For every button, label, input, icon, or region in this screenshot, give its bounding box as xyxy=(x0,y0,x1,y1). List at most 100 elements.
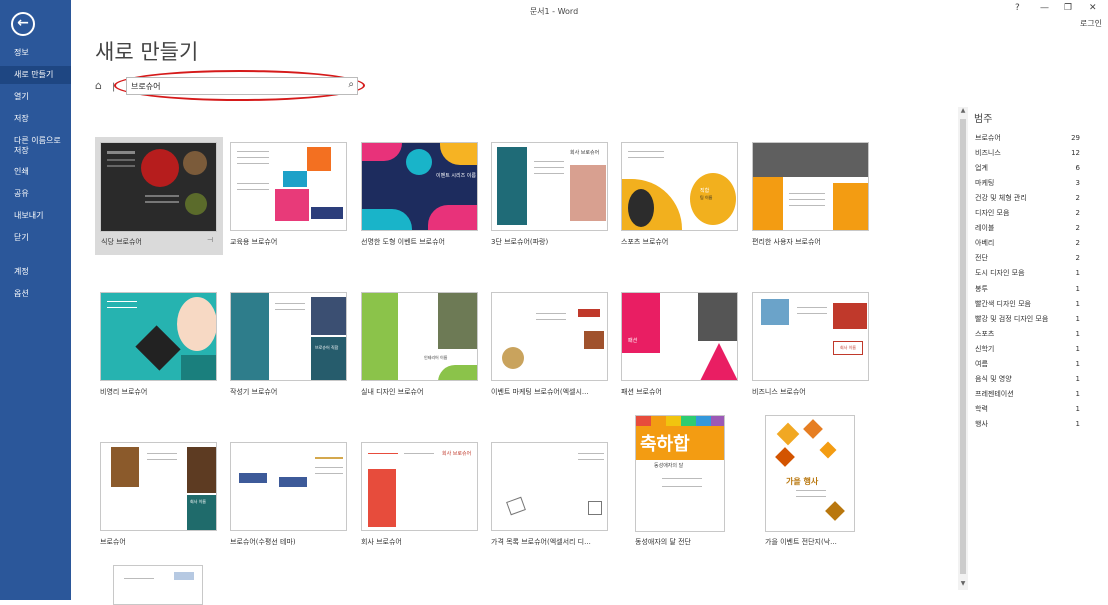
template-tile-price-list[interactable]: 가격 목록 브로슈어(엑셀서리 디... xyxy=(491,442,609,550)
nav-export[interactable]: 내보내기 xyxy=(0,211,71,221)
template-tile-pride[interactable]: 축하합 동성애자의 달 동성애자의 달 전단 xyxy=(634,415,754,550)
back-arrow-icon[interactable]: ← xyxy=(11,12,35,36)
template-thumbnail: 인테리어 이름 xyxy=(361,292,478,381)
category-name: 빨강 및 검정 디자인 모음 xyxy=(975,314,1049,323)
template-tile-education[interactable]: 교육용 브로슈어 xyxy=(230,142,348,250)
template-label: 식당 브로슈어 xyxy=(101,238,142,246)
close-button[interactable]: ✕ xyxy=(1089,3,1097,13)
category-item[interactable]: 레이블 2 xyxy=(975,224,1080,233)
category-name: 음식 및 영양 xyxy=(975,374,1012,383)
nav-open[interactable]: 열기 xyxy=(0,92,71,102)
nav-new[interactable]: 새로 만들기 xyxy=(0,66,71,84)
category-item[interactable]: 봉투 1 xyxy=(975,285,1080,294)
scroll-down-arrow-icon[interactable]: ▼ xyxy=(958,580,968,590)
category-item[interactable]: 비즈니스 12 xyxy=(975,149,1080,158)
category-item[interactable]: 도시 디자인 모음 1 xyxy=(975,269,1080,278)
template-thumbnail: 가을 행사 xyxy=(765,415,855,532)
category-count: 2 xyxy=(1075,224,1080,233)
category-item[interactable]: 디자인 모음 2 xyxy=(975,209,1080,218)
category-item[interactable]: 브로슈어 29 xyxy=(975,134,1080,143)
category-item[interactable]: 프레젠테이션 1 xyxy=(975,390,1080,399)
template-tile-user-friendly[interactable]: 편리한 사용자 브로슈어 xyxy=(752,142,870,250)
category-item[interactable]: 스포츠 1 xyxy=(975,330,1080,339)
category-count: 6 xyxy=(1075,164,1080,173)
scroll-up-arrow-icon[interactable]: ▲ xyxy=(958,107,968,117)
category-item[interactable]: 건강 및 체형 관리 2 xyxy=(975,194,1080,203)
category-item[interactable]: 음식 및 영양 1 xyxy=(975,375,1080,384)
login-link[interactable]: 로그인 xyxy=(1080,18,1102,29)
thumb-text: 회사 브로슈어 xyxy=(570,150,600,156)
category-item[interactable]: 여름 1 xyxy=(975,360,1080,369)
category-count: 29 xyxy=(1071,134,1080,142)
template-tile-restaurant[interactable]: 식당 브로슈어 ⊣ xyxy=(95,137,223,255)
nav-save-as-line1[interactable]: 다른 이름으로 xyxy=(0,136,71,146)
template-tile-trifold-blue[interactable]: 회사 브로슈어 3단 브로슈어(파랑) xyxy=(491,142,609,250)
template-label: 가을 이벤트 전단지(낙... xyxy=(765,538,837,546)
nav-save[interactable]: 저장 xyxy=(0,114,71,124)
template-tile-writer[interactable]: 브로슈어 직함 작성기 브로슈어 xyxy=(230,292,348,400)
template-thumbnail xyxy=(230,142,347,231)
nav-share[interactable]: 공유 xyxy=(0,189,71,199)
category-item[interactable]: 아베리 2 xyxy=(975,239,1080,248)
search-icon[interactable]: ⌕ xyxy=(348,79,354,90)
category-count: 1 xyxy=(1075,374,1080,383)
search-box[interactable]: ⌕ xyxy=(126,77,358,95)
home-icon[interactable]: ⌂ xyxy=(95,79,102,92)
template-tile-event-marketing[interactable]: 이벤트 마케팅 브로슈어(엑셀시... xyxy=(491,292,609,400)
category-item[interactable]: 전단 2 xyxy=(975,254,1080,263)
template-thumbnail: 패션 xyxy=(621,292,738,381)
category-count: 2 xyxy=(1075,239,1080,248)
template-thumbnail: 회사 이름 xyxy=(752,292,869,381)
pin-icon[interactable]: ⊣ xyxy=(207,236,213,244)
category-count: 1 xyxy=(1075,269,1080,278)
category-name: 스포츠 xyxy=(975,329,995,338)
search-input[interactable] xyxy=(131,79,331,93)
category-item[interactable]: 신학기 1 xyxy=(975,345,1080,354)
minimize-button[interactable]: — xyxy=(1040,3,1049,13)
nav-options[interactable]: 옵션 xyxy=(0,289,71,299)
template-tile-nonprofit[interactable]: 비영리 브로슈어 xyxy=(100,292,218,400)
category-item[interactable]: 업계 6 xyxy=(975,164,1080,173)
category-item[interactable]: 빨간색 디자인 모음 1 xyxy=(975,300,1080,309)
nav-account[interactable]: 계정 xyxy=(0,267,71,277)
template-label: 패션 브로슈어 xyxy=(621,388,662,396)
template-tile-business[interactable]: 회사 이름 비즈니스 브로슈어 xyxy=(752,292,870,400)
template-tile-sports[interactable]: 직함 팀 이름 스포츠 브로슈어 xyxy=(621,142,739,250)
category-item[interactable]: 빨강 및 검정 디자인 모음 1 xyxy=(975,315,1080,324)
scrollbar[interactable]: ▲ ▼ xyxy=(958,107,968,590)
category-item[interactable]: 행사 1 xyxy=(975,420,1080,429)
thumb-text: 회사 이름 xyxy=(833,341,863,355)
category-item[interactable]: 마케팅 3 xyxy=(975,179,1080,188)
category-count: 1 xyxy=(1075,344,1080,353)
template-label: 편리한 사용자 브로슈어 xyxy=(752,238,821,246)
nav-close[interactable]: 닫기 xyxy=(0,233,71,243)
nav-info[interactable]: 정보 xyxy=(0,48,71,60)
nav-save-as-line2[interactable]: 저장 xyxy=(0,146,71,156)
template-tile-horizon[interactable]: 브로슈어(수평선 테마) xyxy=(230,442,348,550)
template-tile-fashion[interactable]: 패션 패션 브로슈어 xyxy=(621,292,739,400)
template-tile-brochure[interactable]: 회사 이름 브로슈어 xyxy=(100,442,218,550)
template-label: 비영리 브로슈어 xyxy=(100,388,148,396)
thumb-text: 가을 행사 xyxy=(786,477,819,486)
template-tile-partial[interactable] xyxy=(113,565,204,605)
template-thumbnail: 직함 팀 이름 xyxy=(621,142,738,231)
template-thumbnail xyxy=(113,565,203,605)
thumb-text: 회사 브로슈어 xyxy=(442,451,472,457)
template-thumbnail: 브로슈어 직함 xyxy=(230,292,347,381)
category-count: 1 xyxy=(1075,299,1080,308)
template-tile-company[interactable]: 회사 브로슈어 회사 브로슈어 xyxy=(361,442,479,550)
template-tile-shapes-event[interactable]: 이벤트 시리즈 이름 선명한 도형 이벤트 브로슈어 xyxy=(361,142,479,250)
thumb-text: 동성애자의 달 xyxy=(654,463,684,469)
nav-print[interactable]: 인쇄 xyxy=(0,167,71,177)
categories-header: 범주 xyxy=(974,114,993,125)
scroll-thumb[interactable] xyxy=(960,119,966,574)
template-label: 브로슈어 xyxy=(100,538,126,546)
category-count: 2 xyxy=(1075,209,1080,218)
template-thumbnail: 회사 브로슈어 xyxy=(491,142,608,231)
help-button[interactable]: ? xyxy=(1015,3,1020,13)
template-tile-interior[interactable]: 인테리어 이름 실내 디자인 브로슈어 xyxy=(361,292,479,400)
category-name: 업계 xyxy=(975,164,988,173)
restore-button[interactable]: ❐ xyxy=(1064,3,1072,13)
template-tile-fall-event[interactable]: 가을 행사 가을 이벤트 전단지(낙... xyxy=(765,415,885,550)
category-item[interactable]: 학력 1 xyxy=(975,405,1080,414)
